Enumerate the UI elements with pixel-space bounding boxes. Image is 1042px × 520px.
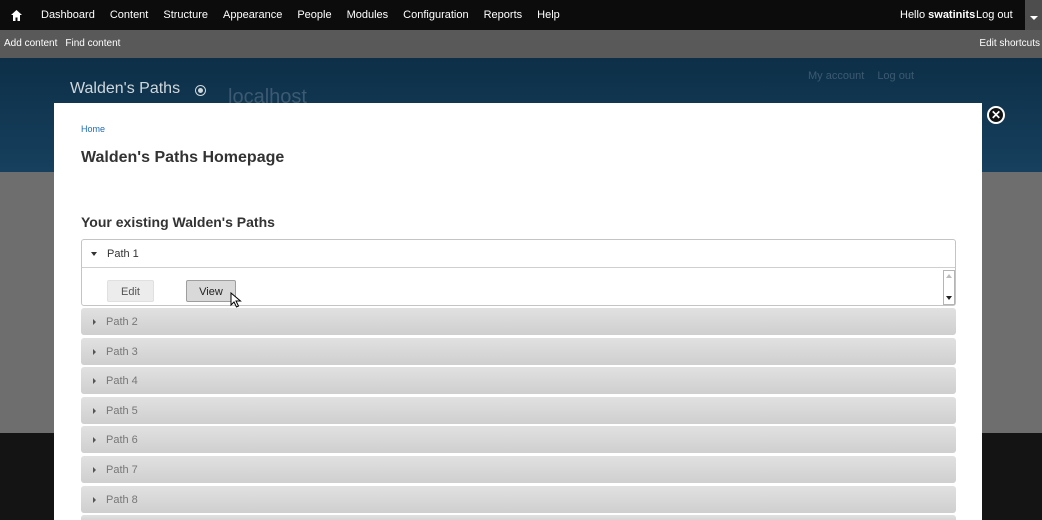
path-label: Path 6 [106, 434, 138, 446]
shortcuts-bar: Add content Find content Edit shortcuts [0, 30, 1042, 58]
toolbar-item-reports[interactable]: Reports [484, 9, 523, 21]
path-fieldset-collapsed[interactable]: Path 4 [81, 367, 956, 394]
toolbar-item-people[interactable]: People [297, 9, 331, 21]
overlay-dialog: Home Walden's Paths Homepage Your existi… [54, 103, 982, 520]
greeting-text: Hello [900, 9, 926, 21]
triangle-right-icon [93, 437, 96, 443]
triangle-right-icon [93, 349, 96, 355]
my-account-link: My account [808, 70, 865, 82]
toolbar-item-dashboard[interactable]: Dashboard [41, 9, 95, 21]
toolbar-logout-link[interactable]: Log out [976, 0, 1013, 30]
toolbar-item-modules[interactable]: Modules [347, 9, 389, 21]
view-button[interactable]: View [186, 280, 236, 302]
path-fieldset-collapsed[interactable]: Path 5 [81, 397, 956, 424]
toolbar-item-structure[interactable]: Structure [163, 9, 208, 21]
find-content-link[interactable]: Find content [65, 38, 120, 49]
shortcut-links: Add content Find content [0, 30, 128, 58]
toolbar-item-appearance[interactable]: Appearance [223, 9, 282, 21]
close-icon[interactable]: ✕ [987, 106, 1005, 124]
toolbar-menu: Dashboard Content Structure Appearance P… [41, 0, 575, 30]
mouse-pointer-icon [230, 292, 242, 308]
path-fieldset-collapsed-partial[interactable] [81, 515, 956, 520]
scroll-down-icon[interactable] [946, 296, 952, 300]
path-fieldset-collapsed[interactable]: Path 6 [81, 426, 956, 453]
path-label: Path 8 [106, 494, 138, 506]
triangle-right-icon [93, 408, 96, 414]
path-label: Path 7 [106, 464, 138, 476]
path-label: Path 2 [106, 316, 138, 328]
path-label: Path 5 [106, 405, 138, 417]
add-content-link[interactable]: Add content [4, 38, 57, 49]
path-label: Path 1 [107, 248, 139, 260]
breadcrumb-home[interactable]: Home [81, 124, 105, 134]
path-fieldset-expanded: Path 1 Edit View [81, 239, 956, 306]
triangle-right-icon [93, 378, 96, 384]
path-fieldset-collapsed[interactable]: Path 2 [81, 308, 956, 335]
path-legend[interactable]: Path 1 [82, 240, 955, 268]
home-icon[interactable] [11, 10, 22, 21]
toolbar-item-help[interactable]: Help [537, 9, 560, 21]
path-fieldset-collapsed[interactable]: Path 7 [81, 456, 956, 483]
section-title: Your existing Walden's Paths [81, 214, 275, 230]
triangle-right-icon [93, 467, 96, 473]
page-title: Walden's Paths Homepage [81, 149, 285, 166]
path-fieldset-collapsed[interactable]: Path 8 [81, 486, 956, 513]
toolbar-item-configuration[interactable]: Configuration [403, 9, 468, 21]
toolbar-item-content[interactable]: Content [110, 9, 149, 21]
site-logout-link: Log out [877, 70, 915, 82]
triangle-down-icon [91, 252, 97, 256]
username-link[interactable]: swatinits [928, 9, 975, 21]
shortcuts-toggle-button[interactable] [1025, 0, 1042, 30]
path-label: Path 3 [106, 346, 138, 358]
radio-icon [195, 85, 206, 96]
path-fieldset-collapsed[interactable]: Path 3 [81, 338, 956, 365]
scroll-up-icon[interactable] [946, 274, 952, 278]
triangle-right-icon [93, 319, 96, 325]
edit-button[interactable]: Edit [107, 280, 154, 302]
edit-shortcuts-link[interactable]: Edit shortcuts [979, 30, 1040, 58]
path-label: Path 4 [106, 375, 138, 387]
admin-toolbar: Dashboard Content Structure Appearance P… [0, 0, 1042, 30]
greeting: Hello swatinits [900, 0, 975, 30]
site-name: Walden's Paths [70, 80, 181, 97]
triangle-right-icon [93, 497, 96, 503]
scrollbar[interactable] [943, 270, 955, 305]
secondary-menu: My account Log out [808, 70, 924, 82]
